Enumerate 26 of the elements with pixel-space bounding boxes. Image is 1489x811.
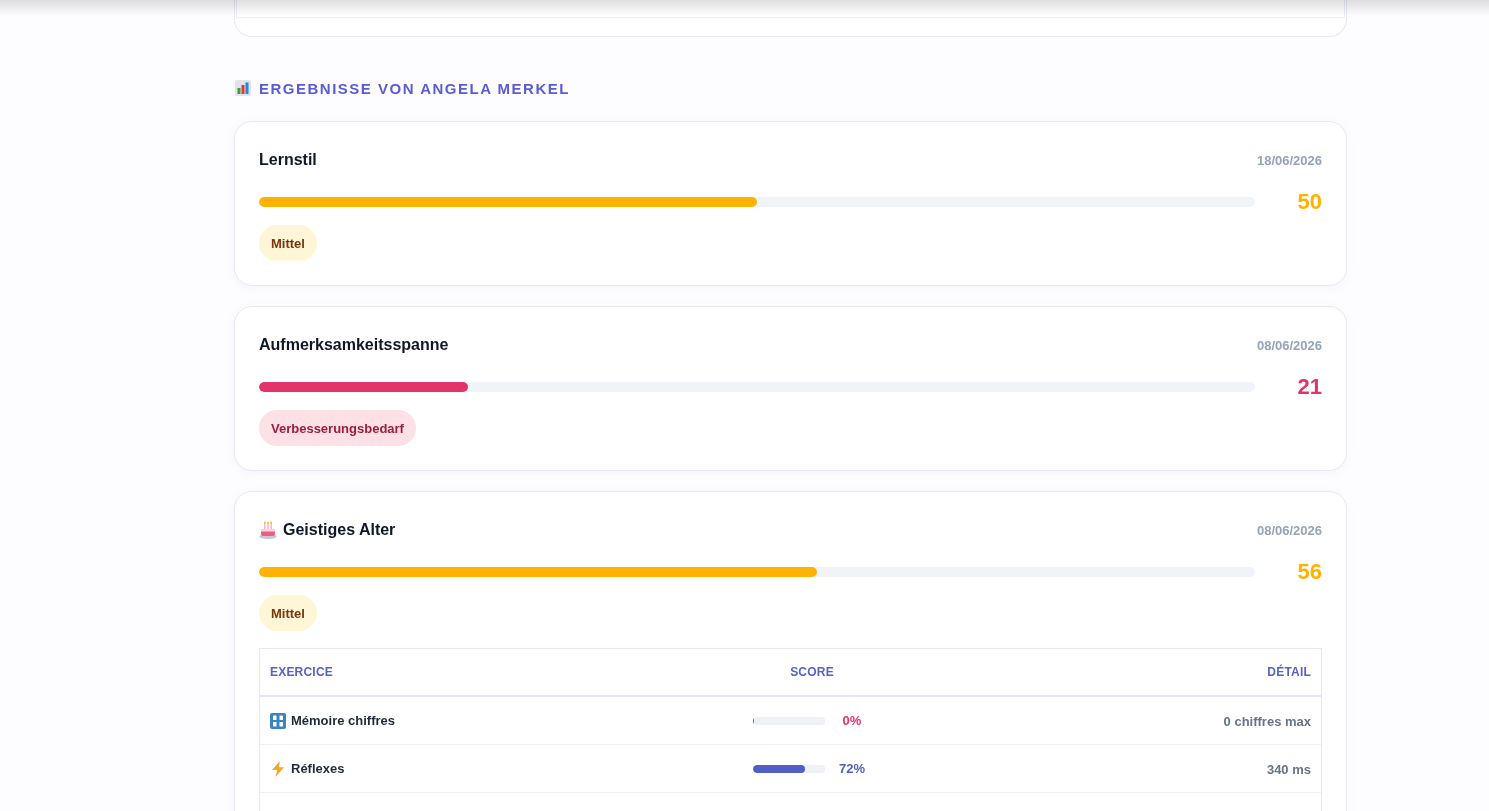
result-date: 08/06/2026 (1256, 337, 1322, 353)
grid-tile-icon (270, 712, 286, 729)
score-percent: 0% (841, 713, 863, 728)
column-header: DÉTAIL (1266, 665, 1312, 679)
column-header: EXERCICE (269, 665, 334, 679)
rating-badge: Mittel (259, 225, 317, 261)
bar-chart-icon (235, 80, 251, 96)
score-percent: 72% (838, 761, 866, 776)
result-score: 56 (1297, 559, 1322, 585)
result-date: 18/06/2026 (1256, 152, 1322, 168)
result-title: Lernstil (259, 151, 317, 169)
column-header: SCORE (789, 665, 835, 679)
section-heading: ERGEBNISSE VON ANGELA MERKEL (259, 79, 570, 97)
result-date: 08/06/2026 (1256, 522, 1322, 538)
result-score: 50 (1297, 189, 1322, 215)
result-title: Aufmerksamkeitsspanne (259, 336, 449, 354)
exercise-name: Réflexes (291, 761, 345, 776)
rating-badge: Mittel (259, 595, 317, 631)
rating-badge: Verbesserungsbedarf (259, 410, 416, 446)
exercise-detail: 340 ms (1266, 761, 1311, 777)
exercise-detail: 0 chiffres max (1223, 713, 1311, 729)
result-score: 21 (1297, 374, 1322, 400)
cake-icon (259, 521, 277, 539)
lightning-icon (271, 760, 285, 777)
exercise-name: Mémoire chiffres (291, 713, 396, 728)
result-title: Geistiges Alter (283, 521, 396, 539)
